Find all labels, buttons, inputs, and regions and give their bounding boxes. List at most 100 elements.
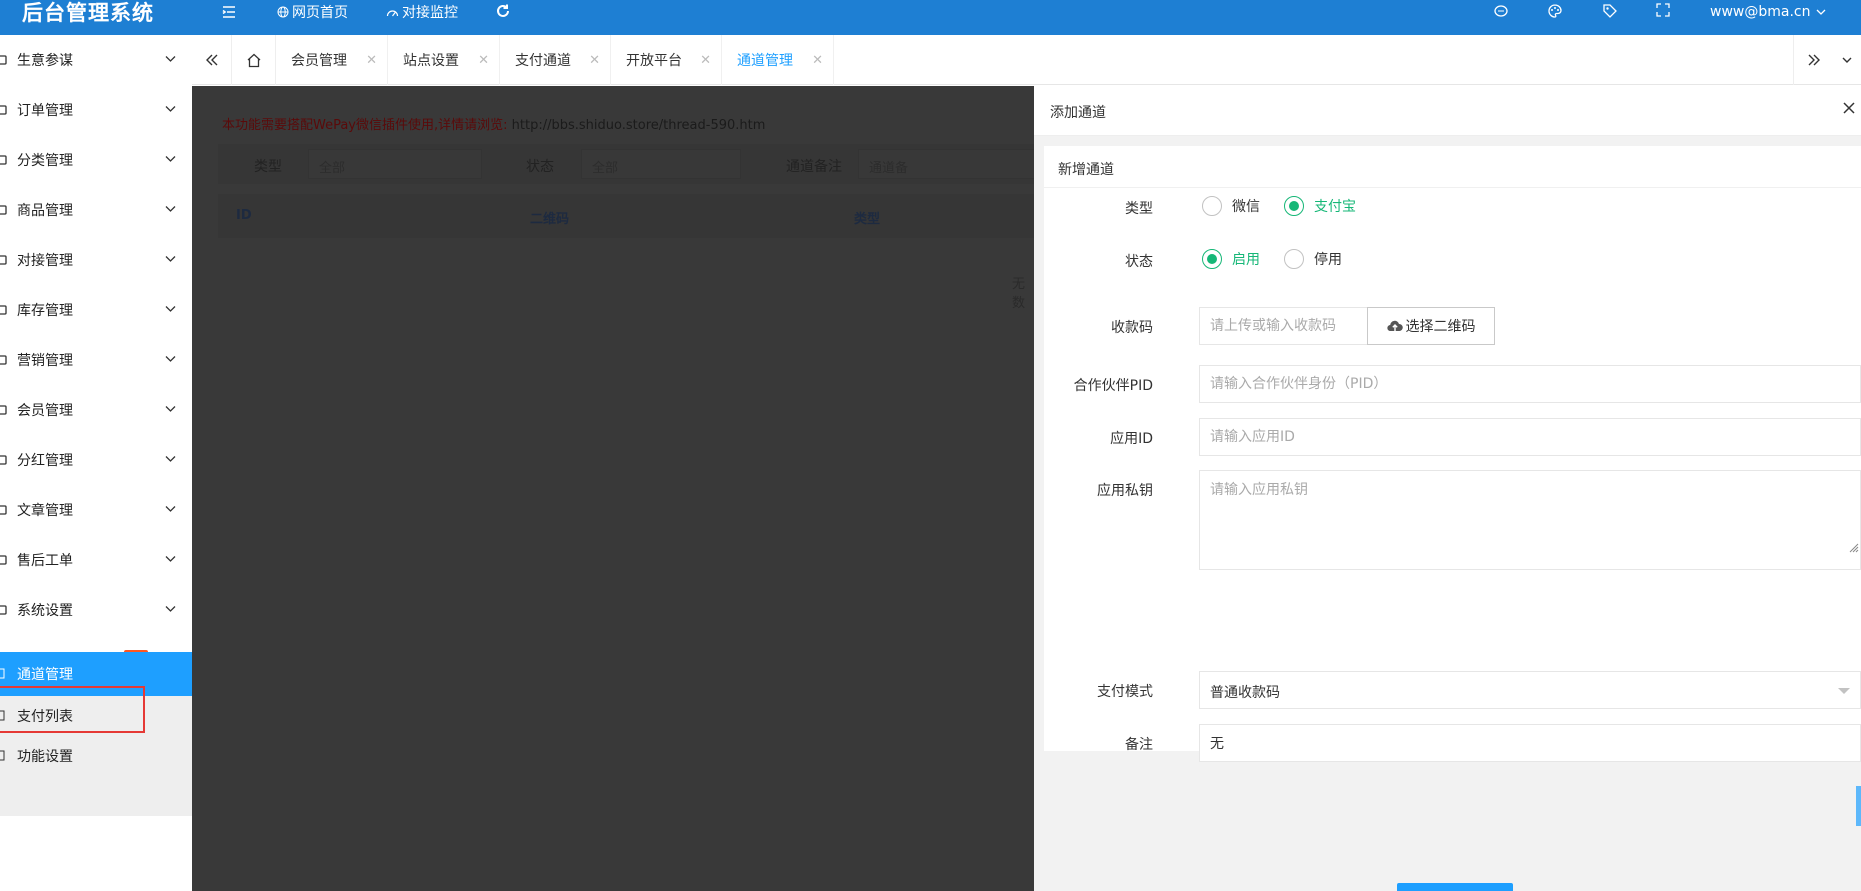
pid-input[interactable] [1199, 365, 1861, 403]
order-icon [0, 104, 7, 116]
palette-icon[interactable] [1547, 3, 1565, 21]
radio-circle-checked [1202, 249, 1222, 269]
menu-toggle-icon[interactable] [221, 3, 239, 21]
textarea-resize-grip-icon[interactable] [1847, 541, 1859, 553]
drawer-title: 添加通道 [1050, 105, 1106, 121]
sidebar-item-label: 商品管理 [17, 203, 73, 219]
chevron-down-icon [165, 155, 176, 163]
close-icon[interactable]: ✕ [478, 53, 489, 68]
user-menu[interactable]: www@bma.cn [1710, 0, 1826, 24]
chat-icon[interactable] [1493, 3, 1511, 21]
remark-input[interactable] [1199, 724, 1861, 762]
sidebar-item-label: 营销管理 [17, 353, 73, 369]
tabs-scroll-left-button[interactable] [192, 35, 232, 85]
filter-remark-input[interactable]: 通道备 [858, 149, 1034, 179]
table-header: ID 二维码 类型 [218, 194, 1034, 238]
page-icon [0, 668, 5, 679]
filter-status-label: 状态 [526, 159, 554, 175]
sidebar-item-label: 订单管理 [17, 103, 73, 119]
sidebar-item-stock[interactable]: 库存管理 [0, 285, 192, 335]
pay-mode-label: 支付模式 [1097, 684, 1153, 700]
close-icon[interactable]: ✕ [366, 53, 377, 68]
col-id-header[interactable]: ID [236, 208, 252, 223]
fullscreen-icon[interactable] [1656, 3, 1674, 21]
ticket-icon [0, 554, 7, 566]
tab-item[interactable]: 支付通道 ✕ [500, 35, 611, 85]
cloud-upload-icon [1386, 320, 1403, 332]
nav-home-link[interactable]: 网页首页 [277, 0, 348, 24]
sidebar-item-product[interactable]: 商品管理 [0, 185, 192, 235]
submenu-item-label: 支付列表 [17, 709, 73, 725]
sidebar-item-article[interactable]: 文章管理 [0, 485, 192, 535]
notice-link[interactable]: http://bbs.shiduo.store/thread-590.htm [512, 118, 766, 133]
sidebar-item-category[interactable]: 分类管理 [0, 135, 192, 185]
col-qrcode-header: 二维码 [530, 212, 570, 227]
tag-icon[interactable] [1602, 3, 1620, 21]
tab-item[interactable]: 会员管理 ✕ [276, 35, 388, 85]
filter-type-select[interactable]: 全部 [308, 149, 482, 179]
sidebar-item-settings[interactable]: 系统设置 [0, 585, 192, 635]
tabs-scroll-right-button[interactable] [1793, 35, 1833, 85]
tab-label: 开放平台 [626, 53, 682, 69]
radio-circle [1202, 196, 1222, 216]
filter-status-select[interactable]: 全部 [581, 149, 741, 179]
sidebar-item-dividend[interactable]: 分红管理 [0, 435, 192, 485]
tabs-dropdown-button[interactable] [1833, 35, 1861, 85]
pay-mode-select[interactable]: 普通收款码 [1199, 671, 1861, 709]
close-icon[interactable]: ✕ [589, 53, 600, 68]
sidebar-item-ticket[interactable]: 售后工单 [0, 535, 192, 585]
close-icon[interactable]: ✕ [812, 53, 823, 68]
app-id-input[interactable] [1199, 418, 1861, 456]
type-radio-wechat[interactable]: 微信 [1202, 196, 1260, 216]
member-icon [0, 404, 7, 416]
close-icon[interactable]: ✕ [700, 53, 711, 68]
type-radio-alipay[interactable]: 支付宝 [1284, 196, 1356, 216]
page-icon [0, 750, 5, 761]
notice-text: 本功能需要搭配WePay微信插件使用,详情请浏览: [222, 118, 508, 133]
close-icon[interactable] [1842, 101, 1858, 117]
user-email: www@bma.cn [1710, 4, 1811, 20]
settings-icon [0, 604, 7, 616]
status-option-disabled: 停用 [1314, 252, 1342, 268]
product-icon [0, 204, 7, 216]
chevron-down-icon [165, 205, 176, 213]
type-option-alipay: 支付宝 [1314, 199, 1356, 215]
chevron-down-icon [165, 55, 176, 63]
card-header: 新增通道 [1044, 146, 1861, 188]
submit-button[interactable] [1397, 883, 1513, 891]
private-key-textarea[interactable] [1199, 470, 1861, 570]
col-type-header: 类型 [854, 212, 881, 227]
plugin-notice: 本功能需要搭配WePay微信插件使用,详情请浏览: http://bbs.shi… [222, 114, 765, 133]
status-radio-enabled[interactable]: 启用 [1202, 249, 1260, 269]
scrollbar-thumb[interactable] [1856, 786, 1861, 826]
pid-label: 合作伙伴PID [1073, 378, 1153, 394]
tab-item[interactable]: 开放平台 ✕ [611, 35, 722, 85]
sidebar-item-member[interactable]: 会员管理 [0, 385, 192, 435]
status-label: 状态 [1125, 254, 1153, 270]
status-radio-disabled[interactable]: 停用 [1284, 249, 1342, 269]
nav-monitor-link[interactable]: 对接监控 [386, 0, 458, 24]
submenu-item[interactable]: 功能设置 [0, 736, 192, 776]
chevron-down-icon [1842, 57, 1852, 63]
tab-item[interactable]: 站点设置 ✕ [388, 35, 500, 85]
filter-type-label: 类型 [254, 159, 282, 175]
sidebar-item-chart[interactable]: 生意参谋 [0, 35, 192, 85]
nav-home-label: 网页首页 [292, 5, 348, 21]
stock-icon [0, 304, 7, 316]
qrcode-input[interactable] [1199, 307, 1389, 345]
submenu-item[interactable]: 通道管理 [0, 652, 192, 696]
select-qrcode-button[interactable]: 选择二维码 [1367, 307, 1495, 345]
refresh-icon[interactable] [495, 3, 513, 21]
radio-circle-checked [1284, 196, 1304, 216]
submenu-item-label: 通道管理 [17, 667, 73, 683]
sidebar-item-link[interactable]: 对接管理 [0, 235, 192, 285]
tab-home-button[interactable] [232, 35, 276, 85]
tab-item[interactable]: 通道管理 ✕ [722, 35, 834, 85]
chevron-down-icon [165, 455, 176, 463]
qrcode-label: 收款码 [1111, 320, 1153, 336]
submenu-item[interactable]: 支付列表 [0, 696, 192, 736]
caret-down-icon [1838, 688, 1850, 694]
sidebar-item-order[interactable]: 订单管理 [0, 85, 192, 135]
chevron-down-icon [165, 505, 176, 513]
sidebar-item-marketing[interactable]: 营销管理 [0, 335, 192, 385]
